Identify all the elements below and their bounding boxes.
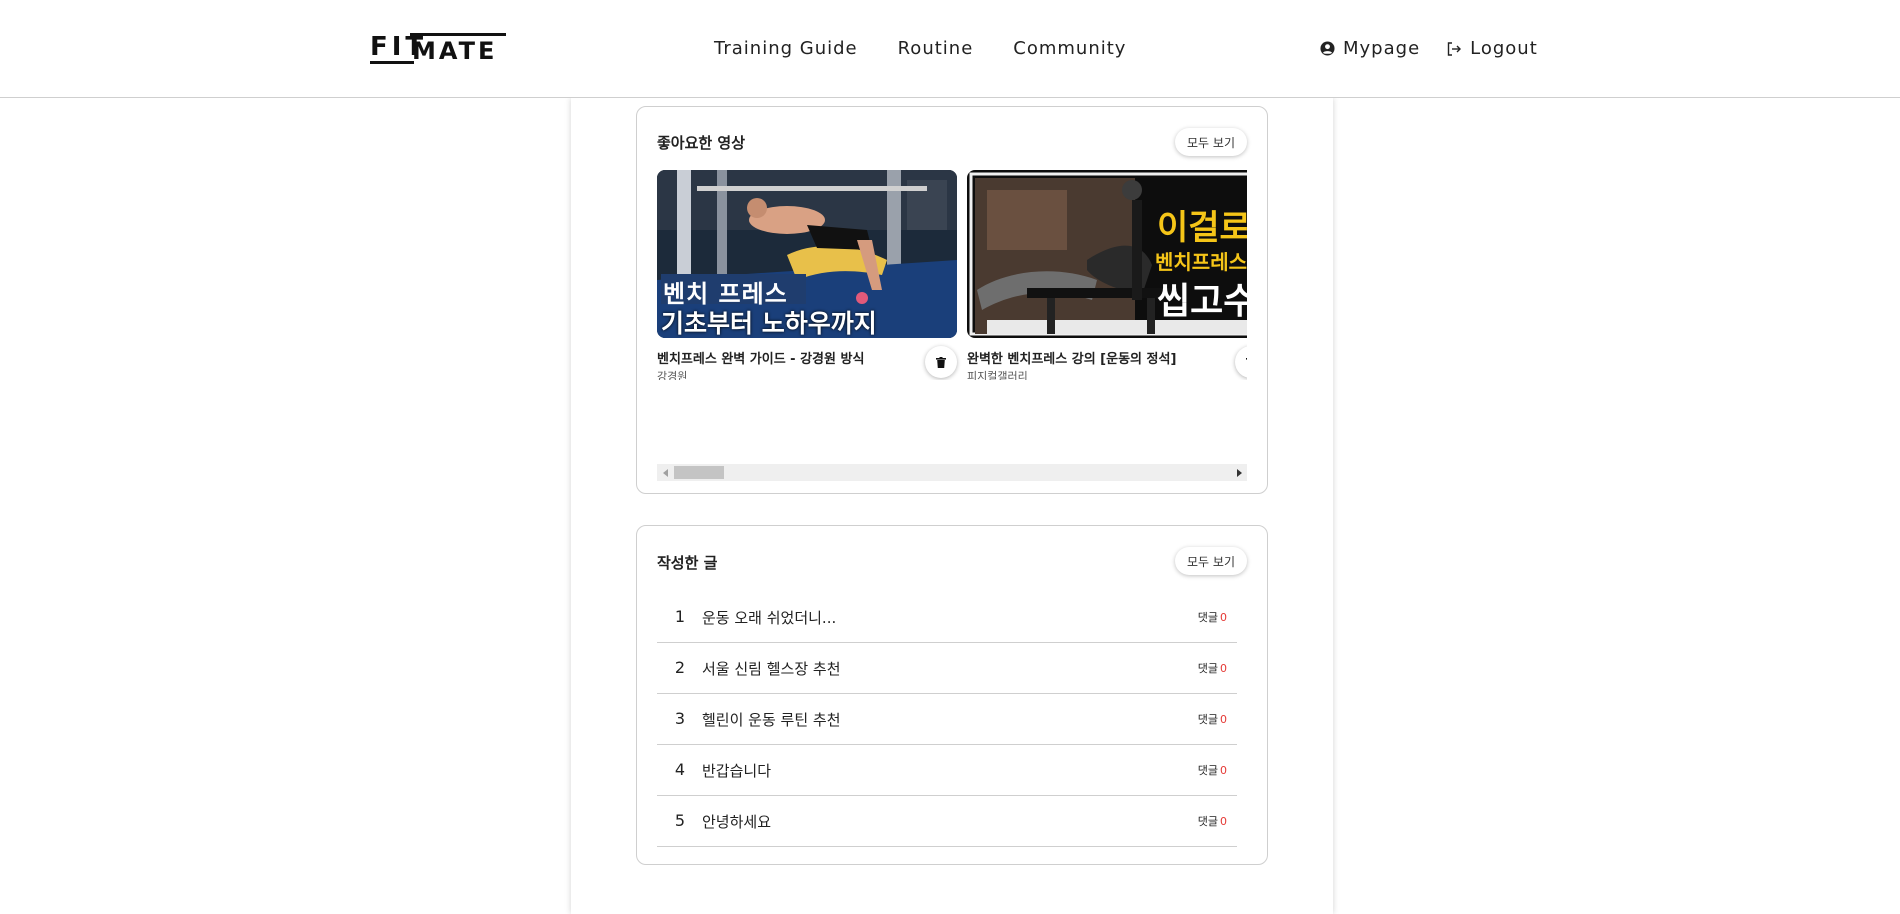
remove-like-button[interactable] <box>1235 346 1247 378</box>
post-number: 3 <box>674 709 686 728</box>
site-header: FIT MATE Training Guide Routine Communit… <box>0 0 1900 98</box>
video-title[interactable]: 완벽한 벤치프레스 강의 [운동의 정석] <box>967 348 1176 367</box>
post-list: 1 운동 오래 쉬었더니... 댓글 0 2 서울 신림 헬스장 추천 댓글 0 3… <box>657 592 1237 847</box>
video-thumbnail[interactable]: 이걸로 벤치프레스 씹고수 <box>967 170 1247 338</box>
remove-like-button[interactable] <box>925 346 957 378</box>
post-row[interactable]: 1 운동 오래 쉬었더니... 댓글 0 <box>657 592 1237 643</box>
user-circle-icon <box>1320 41 1335 56</box>
logo-bar-bottom <box>370 61 414 64</box>
nav-routine[interactable]: Routine <box>898 38 974 59</box>
thumb-caption-line-2: 기초부터 노하우까지 <box>661 309 877 338</box>
post-row[interactable]: 4 반갑습니다 댓글 0 <box>657 745 1237 796</box>
my-posts-view-all-button[interactable]: 모두 보기 <box>1175 547 1247 575</box>
my-posts-title: 작성한 글 <box>657 554 718 572</box>
thumb-caption-line-3: 씹고수 <box>1157 281 1247 322</box>
liked-videos-card: 좋아요한 영상 모두 보기 벤치 프레스 기초부터 노하우까지 벤치프레스 완벽… <box>636 106 1268 494</box>
video-item[interactable]: 벤치 프레스 기초부터 노하우까지 벤치프레스 완벽 가이드 - 강경원 방식 … <box>657 170 957 380</box>
video-thumbnail[interactable]: 벤치 프레스 기초부터 노하우까지 <box>657 170 957 338</box>
user-links: Mypage Logout <box>1320 38 1538 59</box>
post-comment-count: 댓글 0 <box>1198 660 1227 676</box>
mypage-label: Mypage <box>1343 38 1421 59</box>
post-comment-count: 댓글 0 <box>1198 813 1227 829</box>
post-title[interactable]: 반갑습니다 <box>702 760 771 781</box>
comment-label: 댓글 <box>1197 662 1218 675</box>
logout-icon <box>1446 41 1462 57</box>
comment-count: 0 <box>1220 611 1227 624</box>
scrollbar-thumb[interactable] <box>674 466 724 479</box>
logout-label: Logout <box>1470 38 1538 59</box>
post-title[interactable]: 서울 신림 헬스장 추천 <box>702 658 841 679</box>
video-channel: 강경원 <box>657 370 688 380</box>
main-nav: Training Guide Routine Community <box>714 38 1126 59</box>
video-channel: 피지컬갤러리 <box>967 370 1028 380</box>
post-row[interactable]: 2 서울 신림 헬스장 추천 댓글 0 <box>657 643 1237 694</box>
post-number: 1 <box>674 607 686 626</box>
liked-videos-view-all-button[interactable]: 모두 보기 <box>1175 128 1247 156</box>
post-comment-count: 댓글 0 <box>1198 711 1227 727</box>
post-comment-count: 댓글 0 <box>1198 762 1227 778</box>
comment-label: 댓글 <box>1197 764 1218 777</box>
video-item[interactable]: 이걸로 벤치프레스 씹고수 완벽한 벤치프레스 강의 [운동의 정석] 피지컬갤… <box>967 170 1247 380</box>
comment-count: 0 <box>1220 662 1227 675</box>
post-title[interactable]: 헬린이 운동 루틴 추천 <box>702 709 841 730</box>
trash-icon <box>936 353 946 372</box>
thumb-caption-line-2: 벤치프레스 <box>1155 250 1247 274</box>
thumb-caption-line-1: 이걸로 <box>1157 208 1247 248</box>
mypage-link[interactable]: Mypage <box>1320 38 1420 59</box>
logout-link[interactable]: Logout <box>1446 38 1538 59</box>
mypage-content: 좋아요한 영상 모두 보기 벤치 프레스 기초부터 노하우까지 벤치프레스 완벽… <box>571 98 1333 914</box>
liked-videos-title: 좋아요한 영상 <box>657 134 746 152</box>
post-row[interactable]: 5 안녕하세요 댓글 0 <box>657 796 1237 847</box>
scroll-right-arrow-icon[interactable] <box>1230 464 1247 481</box>
post-number: 5 <box>674 811 686 830</box>
nav-training-guide[interactable]: Training Guide <box>714 38 858 59</box>
comment-label: 댓글 <box>1197 611 1218 624</box>
comment-count: 0 <box>1220 815 1227 828</box>
logo-text-mate: MATE <box>412 37 498 65</box>
video-carousel-scrollbar[interactable] <box>657 464 1247 481</box>
post-comment-count: 댓글 0 <box>1198 609 1227 625</box>
post-number: 2 <box>674 658 686 677</box>
post-title[interactable]: 운동 오래 쉬었더니... <box>702 607 836 628</box>
video-title[interactable]: 벤치프레스 완벽 가이드 - 강경원 방식 <box>657 348 864 367</box>
post-title[interactable]: 안녕하세요 <box>702 811 771 832</box>
video-carousel[interactable]: 벤치 프레스 기초부터 노하우까지 벤치프레스 완벽 가이드 - 강경원 방식 … <box>657 170 1247 380</box>
comment-label: 댓글 <box>1197 815 1218 828</box>
nav-community[interactable]: Community <box>1013 38 1126 59</box>
comment-count: 0 <box>1220 713 1227 726</box>
trash-icon <box>1246 353 1247 372</box>
fitmate-logo[interactable]: FIT MATE <box>370 33 506 65</box>
comment-label: 댓글 <box>1197 713 1218 726</box>
post-row[interactable]: 3 헬린이 운동 루틴 추천 댓글 0 <box>657 694 1237 745</box>
my-posts-card: 작성한 글 모두 보기 1 운동 오래 쉬었더니... 댓글 0 2 서울 신림 … <box>636 525 1268 865</box>
post-number: 4 <box>674 760 686 779</box>
scroll-left-arrow-icon[interactable] <box>657 464 674 481</box>
comment-count: 0 <box>1220 764 1227 777</box>
